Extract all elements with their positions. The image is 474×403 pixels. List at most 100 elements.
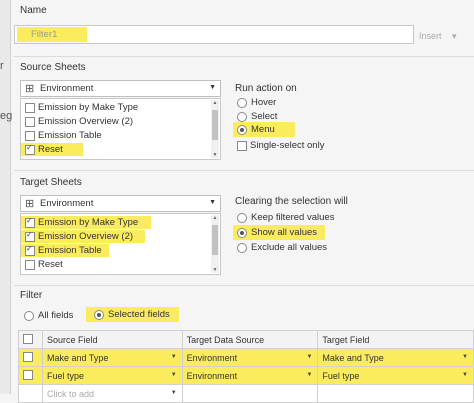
name-value: Filter1 bbox=[31, 29, 58, 40]
list-item[interactable]: Emission Table bbox=[21, 129, 102, 142]
clearing-heading: Clearing the selection will bbox=[235, 196, 348, 207]
insert-button[interactable]: Insert ▾ bbox=[419, 31, 457, 42]
list-item-label: Emission Table bbox=[38, 245, 102, 256]
grid-icon: ⊞ bbox=[25, 198, 35, 210]
run-action-option-select[interactable]: Select bbox=[237, 111, 277, 122]
option-label: Show all values bbox=[251, 227, 318, 238]
list-item-label: Reset bbox=[38, 144, 63, 155]
source-field-value: Make and Type bbox=[46, 352, 109, 363]
option-label: Single-select only bbox=[250, 140, 325, 151]
target-data-source-cell[interactable]: Environment ▼ bbox=[181, 366, 319, 385]
column-header-select[interactable] bbox=[18, 330, 43, 349]
checkbox[interactable] bbox=[25, 216, 35, 228]
clearing-option-keep[interactable]: Keep filtered values bbox=[237, 212, 334, 223]
target-field-value: Make and Type bbox=[322, 352, 384, 363]
scrollbar[interactable]: ▲ ▼ bbox=[211, 100, 219, 158]
scroll-down-icon[interactable]: ▼ bbox=[211, 152, 219, 158]
name-heading: Name bbox=[20, 5, 47, 16]
list-item[interactable]: Emission by Make Type bbox=[21, 216, 151, 229]
radio-button[interactable] bbox=[237, 212, 247, 223]
chevron-down-icon: ▼ bbox=[462, 354, 468, 360]
radio-button[interactable] bbox=[237, 242, 247, 253]
run-action-heading: Run action on bbox=[235, 83, 297, 94]
insert-label: Insert bbox=[419, 31, 442, 41]
source-sheets-list[interactable]: Emission by Make Type Emission Overview … bbox=[20, 98, 221, 160]
checkbox[interactable] bbox=[25, 230, 35, 242]
list-item[interactable]: Reset bbox=[21, 258, 63, 271]
target-sheets-heading: Target Sheets bbox=[20, 177, 82, 188]
filter-option-all-fields[interactable]: All fields bbox=[24, 310, 73, 321]
list-item[interactable]: Reset bbox=[21, 143, 83, 156]
radio-button[interactable] bbox=[94, 309, 104, 320]
checkbox[interactable] bbox=[23, 369, 33, 380]
option-label: Keep filtered values bbox=[251, 212, 335, 223]
name-input[interactable]: Filter1 bbox=[14, 25, 414, 44]
target-data-source-cell[interactable]: Environment ▼ bbox=[181, 348, 319, 367]
scroll-down-icon[interactable]: ▼ bbox=[211, 267, 219, 273]
source-field-cell[interactable]: Make and Type ▼ bbox=[41, 348, 183, 367]
scrollbar[interactable]: ▲ ▼ bbox=[211, 215, 219, 273]
list-item-label: Emission Table bbox=[38, 130, 102, 141]
filter-heading: Filter bbox=[20, 290, 43, 301]
radio-button[interactable] bbox=[237, 124, 247, 135]
list-item-label: Reset bbox=[38, 259, 63, 270]
scrollbar-thumb[interactable] bbox=[212, 225, 218, 255]
source-field-cell[interactable]: Fuel type ▼ bbox=[41, 366, 183, 385]
target-data-source-value: Environment bbox=[186, 352, 238, 363]
checkbox[interactable] bbox=[237, 140, 247, 151]
table-header-row: Source Field Target Data Source Target F… bbox=[18, 330, 474, 349]
section-divider bbox=[14, 170, 474, 171]
radio-button[interactable] bbox=[237, 227, 247, 238]
table-row[interactable]: Make and Type ▼ Environment ▼ Make and Typ… bbox=[18, 348, 474, 367]
chevron-down-icon: ▼ bbox=[209, 199, 216, 206]
clearing-option-exclude[interactable]: Exclude all values bbox=[237, 242, 327, 253]
list-item-label: Emission Overview (2) bbox=[38, 231, 134, 242]
option-label: Select bbox=[251, 111, 278, 122]
row-select[interactable] bbox=[18, 366, 43, 385]
target-field-cell[interactable]: Fuel type ▼ bbox=[317, 366, 474, 385]
table-row[interactable]: Fuel type ▼ Environment ▼ Fuel type ▼ bbox=[18, 366, 474, 385]
checkbox[interactable] bbox=[25, 102, 35, 113]
run-action-option-hover[interactable]: Hover bbox=[237, 97, 276, 108]
run-action-option-menu[interactable]: Menu bbox=[233, 122, 295, 137]
scroll-up-icon[interactable]: ▲ bbox=[211, 100, 219, 106]
list-item-label: Emission by Make Type bbox=[38, 102, 139, 113]
target-field-cell[interactable]: Make and Type ▼ bbox=[317, 348, 474, 367]
list-item[interactable]: Emission by Make Type bbox=[21, 101, 138, 114]
chevron-down-icon: ▼ bbox=[170, 354, 177, 360]
checkbox[interactable] bbox=[25, 116, 35, 127]
option-label: Hover bbox=[251, 97, 277, 108]
chevron-down-icon: ▼ bbox=[306, 354, 313, 360]
checkbox[interactable] bbox=[25, 244, 35, 256]
checkbox[interactable] bbox=[25, 130, 35, 141]
filter-option-selected-fields[interactable]: Selected fields bbox=[86, 307, 179, 322]
checkbox[interactable] bbox=[25, 259, 35, 270]
clearing-option-show-all[interactable]: Show all values bbox=[233, 225, 326, 240]
scrollbar-thumb[interactable] bbox=[212, 110, 218, 140]
row-select[interactable] bbox=[18, 348, 43, 367]
checkbox[interactable] bbox=[25, 143, 35, 155]
grid-icon: ⊞ bbox=[25, 83, 35, 95]
single-select-option[interactable]: Single-select only bbox=[237, 140, 324, 151]
list-item[interactable]: Emission Overview (2) bbox=[21, 115, 133, 128]
target-sheets-dropdown[interactable]: ⊞ Environment ▼ bbox=[20, 195, 221, 212]
list-item[interactable]: Emission Overview (2) bbox=[21, 230, 145, 243]
option-label: Selected fields bbox=[108, 309, 170, 320]
checkbox[interactable] bbox=[23, 333, 33, 344]
scroll-up-icon[interactable]: ▲ bbox=[211, 215, 219, 221]
list-item[interactable]: Emission Table bbox=[21, 244, 109, 257]
chevron-down-icon: ▼ bbox=[462, 372, 468, 378]
radio-button[interactable] bbox=[237, 97, 247, 108]
target-sheets-list[interactable]: Emission by Make Type Emission Overview … bbox=[20, 213, 221, 275]
column-header: Source Field bbox=[41, 330, 183, 349]
option-label: Exclude all values bbox=[251, 242, 328, 253]
section-divider bbox=[14, 285, 474, 286]
radio-button[interactable] bbox=[24, 310, 34, 321]
checkbox[interactable] bbox=[23, 351, 33, 362]
radio-button[interactable] bbox=[237, 111, 247, 122]
list-item-label: Emission Overview (2) bbox=[38, 116, 134, 127]
section-divider bbox=[14, 56, 474, 57]
source-sheets-dropdown[interactable]: ⊞ Environment ▼ bbox=[20, 80, 221, 97]
chevron-down-icon: ▼ bbox=[170, 372, 177, 378]
source-sheets-dropdown-value: Environment bbox=[40, 83, 94, 94]
